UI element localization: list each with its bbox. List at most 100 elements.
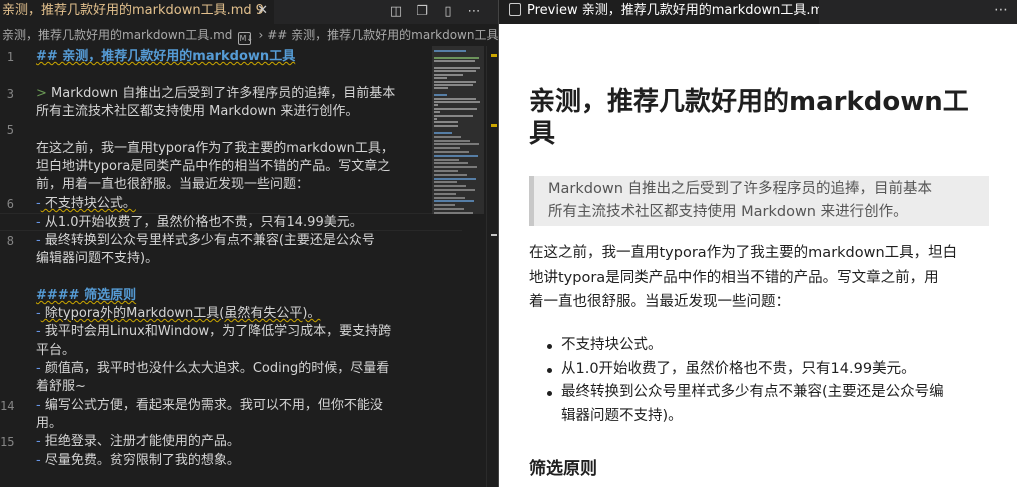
preview-tab[interactable]: Preview 亲测，推荐几款好用的markdown工具.md xyxy=(499,0,819,24)
list-item: 最终转换到公众号里样式多少有点不兼容(主要还是公众号编 xyxy=(529,381,991,405)
line-text: 前，用着一直也很舒服。当最近发现一些问题： xyxy=(36,177,310,192)
code-line: 前，用着一直也很舒服。当最近发现一些问题： xyxy=(36,176,309,194)
blockquote-line: 所有主流技术社区都支持使用 Markdown 来进行创作。 xyxy=(548,204,908,220)
code-line: - 从1.0开始收费了，虽然价格也不贵，只有14.99美元。 xyxy=(0,213,462,231)
split-editor-icon[interactable]: ▯ xyxy=(440,4,456,20)
line-number xyxy=(0,287,14,305)
code-line: - 我平时会用Linux和Window，为了降低学习成本，要支持跨 xyxy=(36,323,391,341)
list-item: 不支持块公式。 xyxy=(529,334,991,358)
more-actions-icon[interactable]: ⋯ xyxy=(994,2,1008,18)
breadcrumb: 亲测，推荐几款好用的markdown工具.md M↓ › ## 亲测，推荐几款好用的m… xyxy=(0,24,498,46)
line-number xyxy=(0,415,14,433)
line-text: 尽量免费。贫穷限制了我的想象。 xyxy=(40,453,240,468)
line-text: 不支持块公式。 xyxy=(40,196,136,211)
code-line: 坦白地讲typora是同类产品中作的相当不错的产品。写文章之 xyxy=(36,158,390,176)
line-number xyxy=(0,176,14,194)
line-number xyxy=(0,250,14,268)
quote-marker: > xyxy=(36,86,47,101)
line-number: 14 xyxy=(0,399,15,413)
line-text: 颜值高，我平时也没什么太大追求。Coding的时候，尽量看 xyxy=(40,361,390,376)
breadcrumb-file[interactable]: 亲测，推荐几款好用的markdown工具.md xyxy=(2,28,232,42)
close-tab-icon[interactable]: ✕ xyxy=(257,0,268,22)
line-number-gutter: 1356781415 xyxy=(0,46,22,487)
code-line: ## 亲测，推荐几款好用的markdown工具 xyxy=(36,48,295,66)
code-line: 编辑器问题不支持)。 xyxy=(36,250,158,268)
vertical-scrollbar[interactable] xyxy=(486,46,498,487)
line-number xyxy=(0,452,14,470)
markdown-file-icon: M↓ xyxy=(238,32,254,45)
line-text: 从1.0开始收费了，虽然价格也不贵，只有14.99美元。 xyxy=(40,215,363,230)
code-line: - 不支持块公式。 xyxy=(36,195,136,213)
line-text: 编辑器问题不支持)。 xyxy=(36,251,159,266)
line-number xyxy=(0,103,14,121)
list-item-continuation: 辑器问题不支持)。 xyxy=(561,407,683,424)
line-number: 3 xyxy=(6,87,14,101)
more-actions-icon[interactable]: ⋯ xyxy=(466,4,482,20)
preview-subheading: 筛选原则 xyxy=(529,459,597,479)
code-line: - 拒绝登录、注册才能使用的产品。 xyxy=(36,433,240,451)
preview-tab-bar: Preview 亲测，推荐几款好用的markdown工具.md ⋯ xyxy=(499,0,1017,24)
editor-tab[interactable]: 亲测，推荐几款好用的markdown工具.md 9 ✕ xyxy=(0,0,274,24)
preview-tab-label: Preview 亲测，推荐几款好用的markdown工具.md xyxy=(527,3,819,18)
code-area[interactable]: ## 亲测，推荐几款好用的markdown工具 > Markdown 自推出之后受… xyxy=(0,46,462,487)
code-line: - 颜值高，我平时也没什么太大追求。Coding的时候，尽量看 xyxy=(36,360,389,378)
preview-icon xyxy=(509,3,521,16)
line-text: 用。 xyxy=(36,416,63,431)
line-number xyxy=(0,158,14,176)
line-text: 在这之前，我一直用typora作为了我主要的markdown工具， xyxy=(36,141,394,156)
editor-pane: 亲测，推荐几款好用的markdown工具.md 9 ✕ ◫ ❐ ▯ ⋯ 亲测，推荐… xyxy=(0,0,498,487)
preview-blockquote: Markdown 自推出之后受到了许多程序员的追捧，目前基本 所有主流技术社区都… xyxy=(529,176,989,226)
heading-text: #### 筛选原则 xyxy=(36,288,137,303)
line-number xyxy=(0,268,14,286)
editor-tab-label: 亲测，推荐几款好用的markdown工具.md xyxy=(2,3,252,18)
paragraph-line: 着一直也很舒服。当最近发现一些问题： xyxy=(529,294,790,310)
scrollbar-warning-marker xyxy=(491,124,497,127)
code-line: 在这之前，我一直用typora作为了我主要的markdown工具， xyxy=(36,140,394,158)
blockquote-line: Markdown 自推出之后受到了许多程序员的追捧，目前基本 xyxy=(548,181,932,197)
line-number xyxy=(0,305,14,323)
line-text: 平台。 xyxy=(36,343,76,358)
code-line: - 最终转换到公众号里样式多少有点不兼容(主要还是公众号 xyxy=(36,232,375,250)
preview-paragraph: 在这之前，我一直用typora作为了我主要的markdown工具，坦白 地讲ty… xyxy=(529,241,991,315)
line-text: Markdown 自推出之后受到了许多程序员的追捧，目前基本 xyxy=(46,86,396,101)
list-item: 从1.0开始收费了，虽然价格也不贵，只有14.99美元。 xyxy=(529,358,991,382)
line-number: 15 xyxy=(0,435,15,449)
line-text: 除typora外的Markdown工具(虽然有失公平)。 xyxy=(40,306,321,321)
editor-tab-bar: 亲测，推荐几款好用的markdown工具.md 9 ✕ ◫ ❐ ▯ ⋯ xyxy=(0,0,498,24)
line-number xyxy=(0,140,14,158)
breadcrumb-heading[interactable]: ## 亲测，推荐几款好用的markdown工具 xyxy=(267,28,498,42)
line-text: 最终转换到公众号里样式多少有点不兼容(主要还是公众号 xyxy=(40,233,375,248)
code-line: - 编写公式方便，看起来是伪需求。我可以不用，但你不能没 xyxy=(36,397,383,415)
line-number: 6 xyxy=(6,197,14,211)
code-line: - 除typora外的Markdown工具(虽然有失公平)。 xyxy=(36,305,320,323)
code-line: - 尽量免费。贫穷限制了我的想象。 xyxy=(36,452,240,470)
preview-to-side-icon[interactable]: ❐ xyxy=(414,4,430,20)
line-number xyxy=(0,66,14,84)
line-number xyxy=(0,470,14,487)
line-text: 所有主流技术社区都支持使用 Markdown 来进行创作。 xyxy=(36,104,359,119)
paragraph-line: 地讲typora是同类产品中作的相当不错的产品。写文章之前，用 xyxy=(529,269,939,286)
minimap-slider[interactable] xyxy=(432,46,484,214)
line-number xyxy=(0,342,14,360)
preview-bullet-list: 不支持块公式。 从1.0开始收费了，虽然价格也不贵，只有14.99美元。 最终转… xyxy=(529,334,991,428)
line-text: 编写公式方便，看起来是伪需求。我可以不用，但你不能没 xyxy=(40,398,383,413)
line-number: 1 xyxy=(6,50,14,64)
heading-text: ## 亲测，推荐几款好用的markdown工具 xyxy=(36,49,296,64)
line-text: 我平时会用Linux和Window，为了降低学习成本，要支持跨 xyxy=(40,324,392,339)
code-line: > Markdown 自推出之后受到了许多程序员的追捧，目前基本 xyxy=(36,85,395,103)
line-text: 拒绝登录、注册才能使用的产品。 xyxy=(40,434,240,449)
line-text: 着舒服~ xyxy=(36,379,86,394)
line-number xyxy=(0,378,14,396)
scrollbar-warning-marker xyxy=(491,54,497,57)
code-line: 着舒服~ xyxy=(36,378,86,396)
scrollbar-cursor-marker xyxy=(491,234,497,236)
code-line: 平台。 xyxy=(36,342,75,360)
open-preview-icon[interactable]: ◫ xyxy=(388,4,404,20)
line-number xyxy=(0,360,14,378)
code-line: #### 筛选原则 xyxy=(36,287,136,305)
line-number xyxy=(0,323,14,341)
paragraph-line: 在这之前，我一直用typora作为了我主要的markdown工具，坦白 xyxy=(529,245,958,261)
chevron-right-icon: › xyxy=(258,28,264,42)
code-line: 所有主流技术社区都支持使用 Markdown 来进行创作。 xyxy=(36,103,358,121)
line-number: 8 xyxy=(6,234,14,248)
